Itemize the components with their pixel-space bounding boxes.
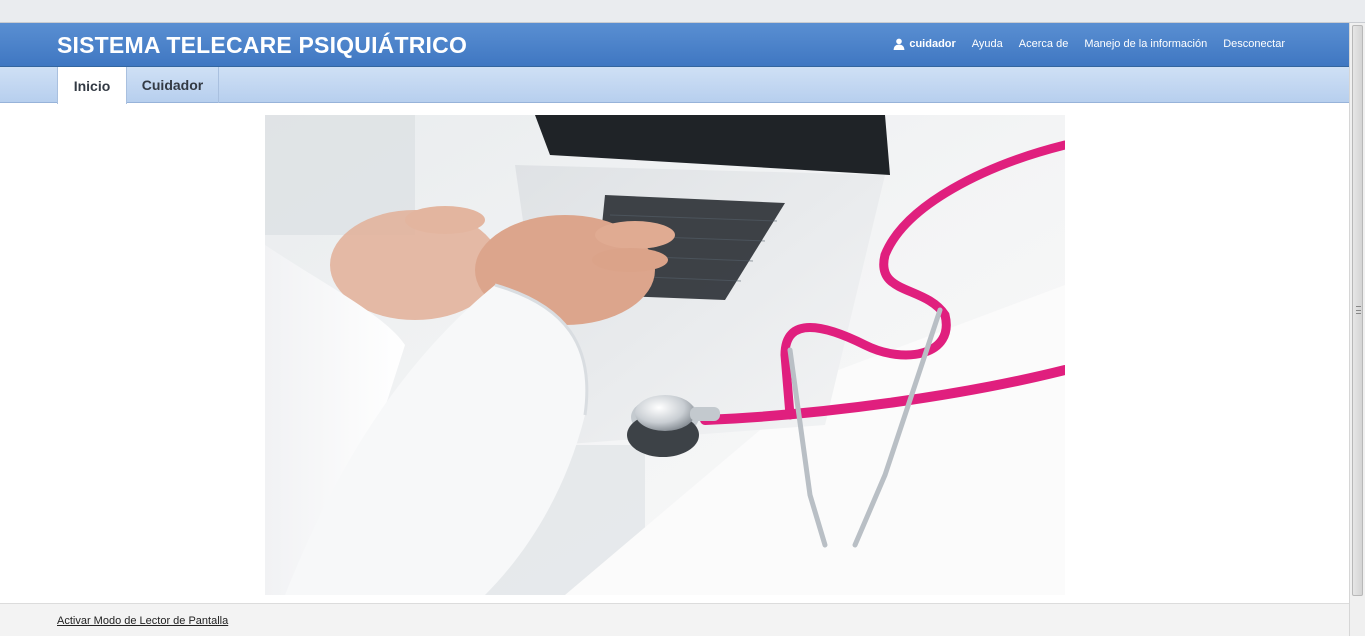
hero-illustration [265,115,1065,595]
help-link[interactable]: Ayuda [972,38,1003,50]
tab-inicio[interactable]: Inicio [57,67,127,104]
app-title: SISTEMA TELECARE PSIQUIÁTRICO [57,32,468,58]
scrollbar-thumb[interactable] [1352,25,1363,596]
tab-cuidador[interactable]: Cuidador [127,67,219,103]
top-links: cuidador Ayuda Acerca de Manejo de la in… [893,38,1285,50]
info-management-link[interactable]: Manejo de la información [1084,38,1207,50]
user-name: cuidador [909,38,956,50]
vertical-scrollbar[interactable] [1349,23,1365,636]
app-header: SISTEMA TELECARE PSIQUIÁTRICO cuidador A… [0,23,1349,67]
about-link[interactable]: Acerca de [1019,38,1069,50]
screen-reader-mode-link[interactable]: Activar Modo de Lector de Pantalla [57,615,228,627]
main-nav: Inicio Cuidador [0,67,1349,104]
browser-chrome [0,0,1365,23]
user-icon [893,38,905,50]
hero-image [265,115,1065,595]
logout-link[interactable]: Desconectar [1223,38,1285,50]
page-footer: Activar Modo de Lector de Pantalla [0,603,1349,636]
user-menu[interactable]: cuidador [893,38,956,50]
scrollbar-grip-icon [1356,306,1361,314]
